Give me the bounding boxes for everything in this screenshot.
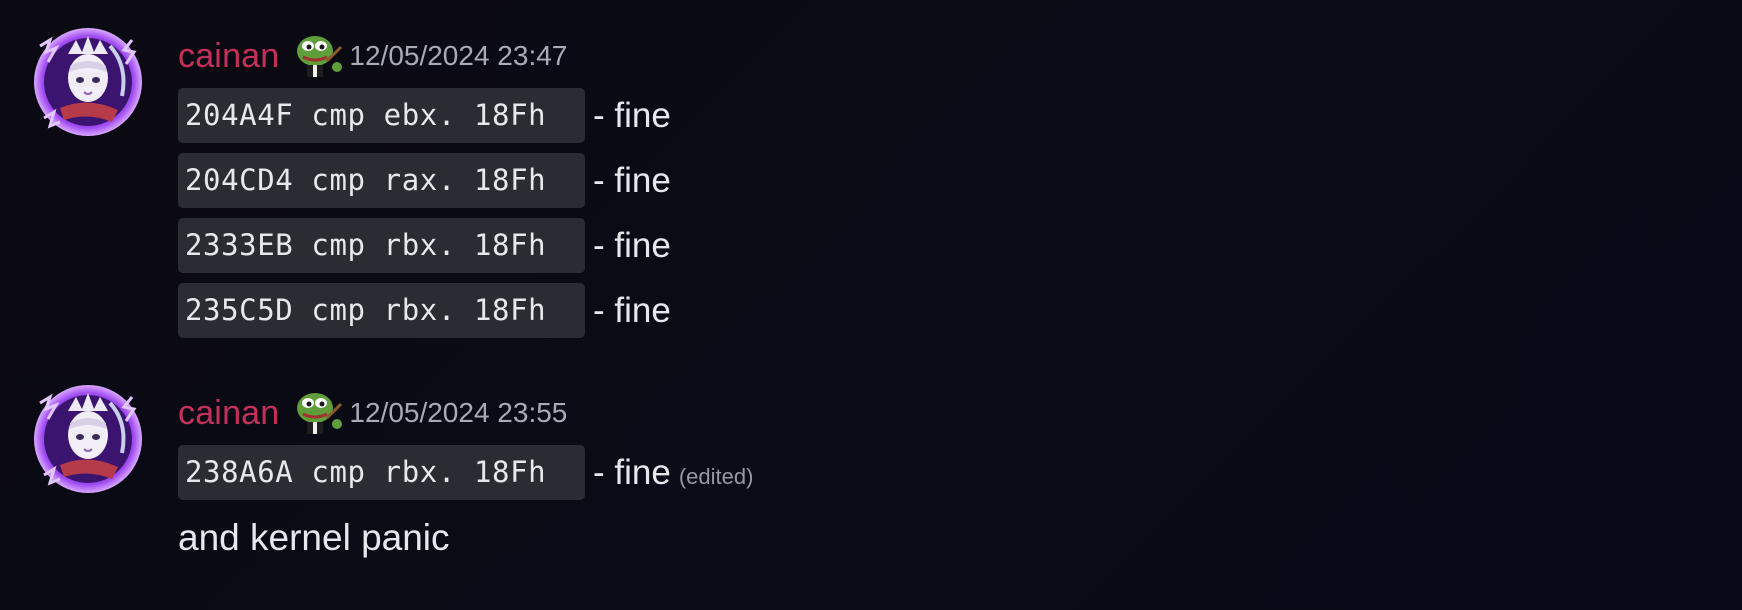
edited-indicator[interactable]: (edited) [679,464,754,490]
message-line: and kernel panic [178,505,753,570]
inline-code: 238A6A cmp rbx. 18Fh [178,445,585,500]
message-content: 238A6A cmp rbx. 18Fh - fine (edited) and… [178,440,753,570]
line-text: - fine [593,95,671,135]
anime-avatar-icon [34,385,142,493]
line-text: - fine [593,290,671,330]
user-avatar[interactable] [32,26,144,138]
inline-code: 204CD4 cmp rax. 18Fh [178,153,585,208]
timestamp[interactable]: 12/05/2024 23:47 [349,40,567,72]
inline-code: 204A4F cmp ebx. 18Fh [178,88,585,143]
message-text: and kernel panic [178,516,450,558]
message-line: 235C5D cmp rbx. 18Fh - fine [178,278,671,343]
message-line: 204A4F cmp ebx. 18Fh - fine [178,83,671,148]
message-line: 204CD4 cmp rax. 18Fh - fine [178,148,671,213]
line-text: - fine [593,225,671,265]
message-header: cainan 12/05/2024 23:47 [178,32,567,80]
line-text: - fine [593,452,671,492]
pepe-frog-icon [291,31,343,81]
message-line: 238A6A cmp rbx. 18Fh - fine (edited) [178,440,753,505]
pepe-frog-icon [291,388,343,438]
username[interactable]: cainan [178,37,279,76]
message-line: 2333EB cmp rbx. 18Fh - fine [178,213,671,278]
inline-code: 235C5D cmp rbx. 18Fh [178,283,585,338]
inline-code: 2333EB cmp rbx. 18Fh [178,218,585,273]
anime-avatar-icon [34,28,142,136]
message-header: cainan 12/05/2024 23:55 [178,389,567,437]
message-content: 204A4F cmp ebx. 18Fh - fine 204CD4 cmp r… [178,83,671,343]
username[interactable]: cainan [178,394,279,433]
user-avatar[interactable] [32,383,144,495]
line-text: - fine [593,160,671,200]
timestamp[interactable]: 12/05/2024 23:55 [349,397,567,429]
